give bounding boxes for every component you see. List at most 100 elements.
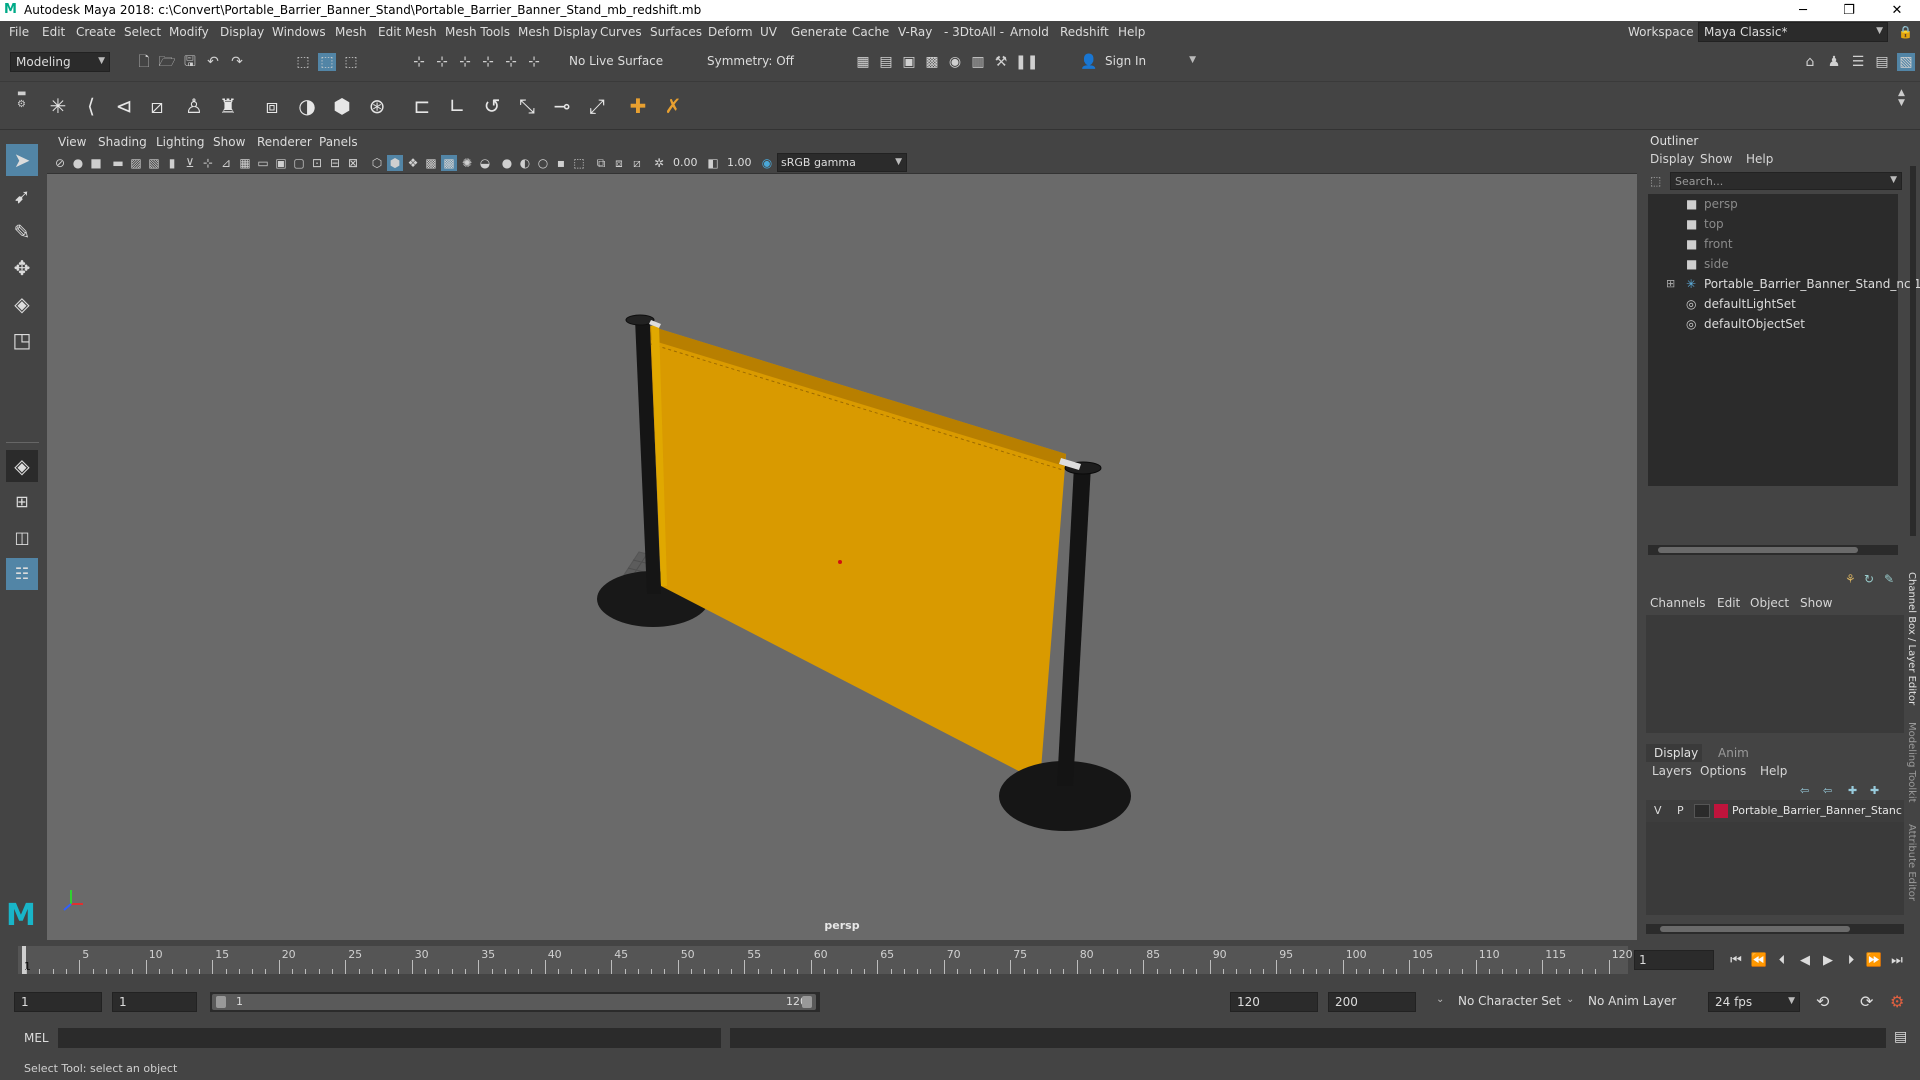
isolate-select-icon[interactable]: ▪ [553, 155, 569, 171]
layer-visibility-toggle[interactable]: V [1654, 804, 1662, 817]
character-controls-icon[interactable]: ♟ [1825, 53, 1843, 71]
cluster-icon[interactable]: ⊛ [363, 92, 391, 120]
render-frame-icon[interactable]: ▦ [854, 53, 872, 71]
time-ruler[interactable]: 1 5 10 15 20 25 30 35 40 45 50 55 60 65 70 75 80 85 90 95 1… [18, 946, 1633, 974]
gate-mask-icon[interactable]: ⊡ [309, 155, 325, 171]
move-tool-icon[interactable]: ✥ [6, 252, 38, 284]
loop-icon[interactable]: ⟲ [1816, 992, 1829, 1011]
sign-in-dropdown[interactable]: Sign In ▼ [1100, 52, 1200, 72]
select-component-icon[interactable]: ⬚ [342, 53, 360, 71]
single-perspective-layout-icon[interactable]: ◈ [6, 450, 38, 482]
undo-icon[interactable]: ↶ [204, 53, 222, 71]
image-plane-icon[interactable]: ▨ [128, 155, 144, 171]
render-view-icon[interactable]: ▥ [969, 53, 987, 71]
camera-lock-icon[interactable]: ● [70, 155, 86, 171]
bind-skin-icon[interactable]: ⧈ [258, 92, 286, 120]
outliner-menu-show[interactable]: Show [1700, 152, 1732, 166]
range-handle[interactable]: 1 120 [212, 994, 816, 1010]
save-scene-icon[interactable]: 🖫 [181, 53, 199, 71]
vp-menu-panels[interactable]: Panels [319, 135, 358, 149]
vp-menu-renderer[interactable]: Renderer [257, 135, 312, 149]
range-end-handle[interactable] [802, 996, 812, 1008]
motion-blur-icon[interactable]: ● [499, 155, 515, 171]
quick-rig-icon[interactable]: ♜ [214, 92, 242, 120]
maximize-button[interactable]: ❐ [1826, 0, 1872, 21]
snap-vertex-icon[interactable]: ⊹ [525, 53, 543, 71]
command-input[interactable] [58, 1028, 721, 1048]
symmetry-dropdown[interactable]: Symmetry: Off [702, 52, 802, 72]
workspace-dropdown[interactable]: Maya Classic* ▼ [1698, 22, 1888, 42]
menu-deform[interactable]: Deform [708, 25, 753, 39]
tool-settings-toggle-icon[interactable]: ▤ [1873, 53, 1891, 71]
scrollbar-thumb[interactable] [1660, 926, 1850, 932]
animation-start-field[interactable]: 1 [14, 992, 102, 1012]
ik-handle-icon[interactable]: ⟨ [77, 92, 105, 120]
snap-surface-icon[interactable]: ⊹ [502, 53, 520, 71]
modeling-toolkit-toggle-icon[interactable]: ⌂ [1801, 53, 1819, 71]
layer-tab-display[interactable]: Display [1646, 744, 1702, 762]
animation-preferences-icon[interactable]: ⚙ [1890, 992, 1904, 1011]
outliner-item[interactable]: ◎ defaultLightSet [1648, 294, 1898, 314]
attribute-editor-toggle-icon[interactable]: ☰ [1849, 53, 1867, 71]
snap-point-icon[interactable]: ⊹ [456, 53, 474, 71]
humanik-icon[interactable]: ♙ [180, 92, 208, 120]
lattice-icon[interactable]: ⬢ [328, 92, 356, 120]
menu-create[interactable]: Create [76, 25, 116, 39]
constraint-point-icon[interactable]: ∟ [443, 92, 471, 120]
play-forward-icon[interactable]: ▶ [1819, 953, 1837, 969]
snap-grid-icon[interactable]: ⊹ [410, 53, 428, 71]
anti-aliasing-icon[interactable]: ◐ [517, 155, 533, 171]
open-scene-icon[interactable]: 🗁 [158, 53, 176, 71]
two-d-pan-icon[interactable]: ▧ [146, 155, 162, 171]
select-hierarchy-icon[interactable]: ⬚ [294, 53, 312, 71]
play-backward-icon[interactable]: ◀ [1796, 953, 1814, 969]
safe-title-icon[interactable]: ▣ [273, 155, 289, 171]
lock-icon[interactable]: 🔒 [1898, 25, 1913, 39]
layer-row[interactable]: V P Portable_Barrier_Banner_Stanc [1646, 800, 1904, 822]
menu-redshift[interactable]: Redshift [1060, 25, 1109, 39]
grease-pencil-icon[interactable]: ▮ [164, 155, 180, 171]
layer-h-scrollbar[interactable] [1646, 924, 1904, 934]
hypershade-icon[interactable]: ◉ [946, 53, 964, 71]
constraint-orient-icon[interactable]: ↺ [478, 92, 506, 120]
locator-icon[interactable]: ✚ [624, 92, 652, 120]
chevron-down-icon[interactable]: ⌄ [1566, 994, 1574, 1005]
menu-uv[interactable]: UV [760, 25, 777, 39]
joint-tool-icon[interactable]: ✳ [44, 92, 72, 120]
resolution-gate-icon[interactable]: ⊿ [218, 155, 234, 171]
step-back-key-icon[interactable]: ⏪ [1750, 953, 1768, 969]
menu-surfaces[interactable]: Surfaces [650, 25, 702, 39]
outliner-menu-help[interactable]: Help [1746, 152, 1773, 166]
textured-icon[interactable]: ▩ [423, 155, 439, 171]
side-tab-channel-box[interactable]: Channel Box / Layer Editor [1906, 572, 1917, 705]
exposure-icon[interactable]: ✲ [651, 155, 667, 171]
minimize-button[interactable]: ─ [1780, 0, 1826, 21]
lasso-tool-icon[interactable]: ➹ [6, 180, 38, 212]
vp-menu-lighting[interactable]: Lighting [156, 135, 205, 149]
scrollbar-thumb[interactable] [1658, 547, 1858, 553]
redo-icon[interactable]: ↷ [228, 53, 246, 71]
mirror-joint-icon[interactable]: ⧄ [143, 92, 171, 120]
backface-culling-icon[interactable]: ⧄ [629, 155, 645, 171]
film-gate-icon[interactable]: ⊹ [200, 155, 216, 171]
field-chart-icon[interactable]: ▢ [291, 155, 307, 171]
new-layer-icon[interactable]: ✚ [1870, 784, 1879, 797]
vp-menu-view[interactable]: View [58, 135, 86, 149]
anim-layer-field[interactable]: No Anim Layer [1588, 994, 1676, 1008]
outliner-search-field[interactable]: Search... ▼ [1670, 172, 1902, 190]
new-scene-icon[interactable]: 🗋 [135, 53, 153, 71]
color-space-dropdown[interactable]: sRGB gamma ▼ [777, 153, 907, 172]
snap-view-icon[interactable]: ⊹ [479, 53, 497, 71]
outliner-item[interactable]: ⊞ ✳ Portable_Barrier_Banner_Stand_ncl1_1 [1648, 274, 1920, 294]
menu-3dtoall[interactable]: - 3DtoAll - [944, 25, 1004, 39]
playback-end-field[interactable]: 120 [1230, 992, 1318, 1012]
rs-render-icon[interactable]: ⚒ [992, 53, 1010, 71]
character-set-field[interactable]: No Character Set [1458, 994, 1561, 1008]
vp-menu-shading[interactable]: Shading [98, 135, 147, 149]
menu-display[interactable]: Display [220, 25, 264, 39]
smooth-shade-icon[interactable]: ⬢ [387, 155, 403, 171]
exposure-field[interactable]: 0.00 [673, 156, 698, 169]
four-view-layout-icon[interactable]: ⊞ [6, 486, 38, 518]
script-editor-icon[interactable]: ▤ [1894, 1029, 1907, 1045]
go-to-start-icon[interactable]: ⏮ [1727, 953, 1745, 969]
